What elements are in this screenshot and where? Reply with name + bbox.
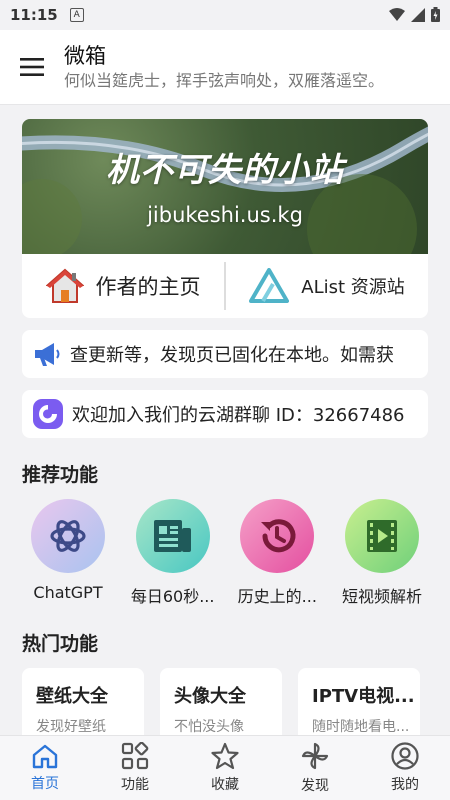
feature-chatgpt[interactable]: ChatGPT	[22, 499, 114, 607]
signal-icon	[411, 7, 425, 22]
notice-update[interactable]: 查更新等，发现页已固化在本地。如需获	[22, 330, 428, 378]
app-bar: 微箱 何似当筵虎士，挥手弦声响处，双雁落遥空。	[0, 30, 450, 105]
yunhu-icon	[33, 399, 63, 429]
feature-daily60[interactable]: 每日60秒...	[127, 499, 219, 607]
news-icon	[153, 520, 191, 552]
app-titles: 微箱 何似当筵虎士，挥手弦声响处，双雁落遥空。	[64, 42, 384, 92]
banner-card: 机不可失的小站 jibukeshi.us.kg 作者的主页 AList 资源站	[22, 119, 428, 318]
feature-video-parse-circle	[344, 499, 419, 573]
link-row: 作者的主页 AList 资源站	[22, 254, 428, 318]
feature-video-parse[interactable]: 短视频解析	[336, 499, 428, 607]
star-icon	[211, 742, 239, 770]
feature-video-parse-label: 短视频解析	[341, 587, 422, 606]
hot-card-desc: 不怕没头像	[174, 719, 244, 735]
notice-update-text: 查更新等，发现页已固化在本地。如需获	[70, 345, 394, 366]
nav-profile[interactable]: 我的	[360, 736, 450, 800]
nav-discover[interactable]: 发现	[270, 736, 360, 800]
battery-icon	[431, 7, 440, 22]
recommended-title: 推荐功能	[22, 464, 99, 486]
main-content: 机不可失的小站 jibukeshi.us.kg 作者的主页 AList 资源站 …	[0, 105, 450, 758]
nav-profile-label: 我的	[391, 777, 419, 793]
banner-url: jibukeshi.us.kg	[147, 203, 303, 227]
app-subtitle: 何似当筵虎士，挥手弦声响处，双雁落遥空。	[64, 71, 385, 90]
status-icons	[389, 7, 440, 22]
feature-history-label: 历史上的...	[237, 587, 317, 606]
recommended-row: ChatGPT 每日60秒... 历史上的... 短视频解析	[22, 499, 428, 607]
alist-label: AList 资源站	[301, 277, 405, 298]
pinwheel-icon	[301, 742, 329, 770]
status-bar: 11:15 A	[0, 0, 450, 30]
nav-favorites-label: 收藏	[211, 777, 239, 793]
notice-group[interactable]: 欢迎加入我们的云湖群聊 ID：32667486	[22, 390, 428, 438]
hot-card-title: 壁纸大全	[36, 686, 108, 707]
nav-favorites[interactable]: 收藏	[180, 736, 270, 800]
nav-home-label: 首页	[31, 776, 59, 792]
menu-button[interactable]	[0, 30, 64, 104]
video-icon	[366, 520, 397, 552]
alist-link[interactable]: AList 资源站	[226, 268, 428, 304]
bottom-nav: 首页 功能 收藏 发现 我的	[0, 735, 450, 800]
feature-chatgpt-label: ChatGPT	[33, 583, 103, 602]
author-home-link[interactable]: 作者的主页	[22, 268, 224, 304]
hot-card-title: 头像大全	[174, 686, 246, 707]
hamburger-menu-icon	[20, 58, 44, 76]
feature-history[interactable]: 历史上的...	[231, 499, 323, 607]
wifi-icon	[389, 7, 405, 21]
nav-discover-label: 发现	[301, 778, 329, 794]
nav-home[interactable]: 首页	[0, 736, 90, 800]
feature-chatgpt-circle	[31, 499, 105, 573]
alist-logo-icon	[249, 268, 290, 303]
author-home-label: 作者的主页	[95, 275, 201, 299]
hot-title: 热门功能	[22, 633, 99, 655]
house-icon	[45, 268, 84, 303]
grid-icon	[121, 742, 149, 770]
person-icon	[391, 742, 419, 770]
banner-image[interactable]: 机不可失的小站 jibukeshi.us.kg	[22, 119, 428, 254]
home-icon	[32, 744, 58, 769]
feature-history-circle	[240, 499, 315, 573]
megaphone-icon	[35, 343, 60, 366]
app-title: 微箱	[64, 44, 106, 68]
feature-daily60-circle	[135, 499, 210, 573]
history-icon	[261, 519, 296, 553]
notice-group-text: 欢迎加入我们的云湖群聊 ID：32667486	[72, 405, 405, 426]
status-time: 11:15	[10, 6, 58, 24]
hot-card-title: IPTV电视...	[312, 686, 415, 707]
feature-daily60-label: 每日60秒...	[130, 587, 215, 606]
hot-card-desc: 随时随地看电...	[312, 719, 410, 735]
hot-card-desc: 发现好壁纸	[36, 719, 106, 735]
nav-features-label: 功能	[121, 777, 149, 793]
openai-icon	[50, 520, 86, 552]
banner-title: 机不可失的小站	[106, 150, 344, 189]
notification-a-icon: A	[69, 8, 84, 22]
nav-features[interactable]: 功能	[90, 736, 180, 800]
